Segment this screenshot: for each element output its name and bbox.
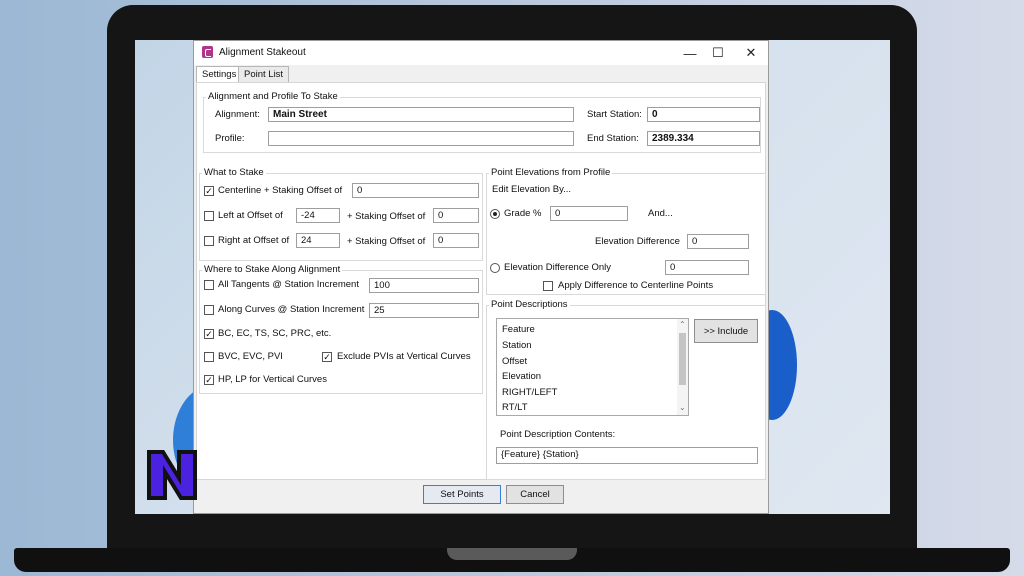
check-icon: ✓ [205, 186, 213, 196]
right-staking-offset-field[interactable]: 0 [433, 233, 479, 248]
list-item[interactable]: RIGHT/LEFT [502, 387, 557, 398]
apply-difference-label: Apply Difference to Centerline Points [558, 280, 714, 291]
bc-ec-label: BC, EC, TS, SC, PRC, etc. [218, 328, 332, 339]
left-offset-checkbox[interactable] [204, 211, 214, 221]
left-offset-label: Left at Offset of [218, 210, 283, 221]
include-button[interactable]: >> Include [694, 319, 758, 343]
minimize-button[interactable]: — [675, 43, 705, 63]
tab-point-list[interactable]: Point List [238, 66, 290, 82]
check-icon: ✓ [205, 375, 213, 385]
list-item[interactable]: RT/LT [502, 402, 528, 413]
cancel-button[interactable]: Cancel [506, 485, 564, 504]
check-icon: ✓ [205, 329, 213, 339]
exclude-pvi-label: Exclude PVIs at Vertical Curves [337, 351, 471, 362]
curves-checkbox[interactable] [204, 305, 214, 315]
alignment-label: Alignment: [215, 109, 260, 120]
exclude-pvi-checkbox[interactable]: ✓ [322, 352, 332, 362]
alignment-profile-group-title: Alignment and Profile To Stake [206, 91, 340, 102]
app-icon [202, 46, 213, 58]
close-icon: ✕ [745, 45, 757, 60]
right-offset-checkbox[interactable] [204, 236, 214, 246]
list-item[interactable]: Feature [502, 324, 535, 335]
profile-label: Profile: [215, 133, 245, 144]
close-button[interactable]: ✕ [736, 43, 766, 63]
set-points-button[interactable]: Set Points [423, 485, 501, 504]
grade-label: Grade % [504, 208, 542, 219]
tangents-label: All Tangents @ Station Increment [218, 279, 359, 290]
bvc-evc-checkbox[interactable] [204, 352, 214, 362]
apply-difference-checkbox[interactable] [543, 281, 553, 291]
end-station-field[interactable]: 2389.334 [647, 131, 760, 146]
elevation-difference-field[interactable]: 0 [687, 234, 749, 249]
point-elevations-title: Point Elevations from Profile [489, 167, 613, 178]
minimize-icon: — [683, 45, 697, 61]
right-offset-field[interactable]: 24 [296, 233, 340, 248]
grade-field[interactable]: 0 [550, 206, 628, 221]
title-bar[interactable]: Alignment Stakeout — ☐ ✕ [194, 41, 768, 65]
tangents-checkbox[interactable] [204, 280, 214, 290]
scroll-thumb[interactable] [679, 333, 686, 385]
curves-increment-field[interactable]: 25 [369, 303, 479, 318]
settings-pane: Alignment and Profile To Stake Alignment… [196, 82, 766, 480]
description-contents-label: Point Description Contents: [500, 429, 616, 440]
difference-only-field[interactable]: 0 [665, 260, 749, 275]
end-station-label: End Station: [587, 133, 639, 144]
scroll-up-icon[interactable]: ⌃ [679, 320, 686, 329]
what-to-stake-title: What to Stake [202, 167, 266, 178]
centerline-label: Centerline + Staking Offset of [218, 185, 343, 196]
elevation-difference-label: Elevation Difference [595, 236, 680, 247]
alignment-field[interactable]: Main Street [268, 107, 574, 122]
left-staking-offset-label: + Staking Offset of [347, 211, 426, 222]
brand-logo [147, 450, 197, 500]
list-item[interactable]: Elevation [502, 371, 541, 382]
check-icon: ✓ [323, 352, 331, 362]
hp-lp-checkbox[interactable]: ✓ [204, 375, 214, 385]
window-title: Alignment Stakeout [219, 47, 306, 58]
grade-radio[interactable] [490, 209, 500, 219]
left-offset-field[interactable]: -24 [296, 208, 340, 223]
description-contents-field[interactable]: {Feature} {Station} [496, 447, 758, 464]
tab-settings[interactable]: Settings [196, 66, 243, 82]
laptop-notch [447, 548, 577, 560]
bvc-evc-label: BVC, EVC, PVI [218, 351, 283, 362]
difference-only-radio[interactable] [490, 263, 500, 273]
where-to-stake-title: Where to Stake Along Alignment [202, 264, 343, 275]
right-offset-label: Right at Offset of [218, 235, 290, 246]
centerline-checkbox[interactable]: ✓ [204, 186, 214, 196]
scroll-down-icon[interactable]: ⌄ [679, 403, 686, 412]
logo-letter-n [147, 450, 197, 500]
start-station-label: Start Station: [587, 109, 642, 120]
difference-only-label: Elevation Difference Only [504, 262, 612, 273]
alignment-stakeout-dialog: Alignment Stakeout — ☐ ✕ Settings Point … [193, 40, 769, 514]
left-staking-offset-field[interactable]: 0 [433, 208, 479, 223]
bc-ec-checkbox[interactable]: ✓ [204, 329, 214, 339]
description-list[interactable]: Feature Station Offset Elevation RIGHT/L… [496, 318, 689, 416]
list-scrollbar[interactable]: ⌃ ⌄ [677, 319, 688, 415]
start-station-field[interactable]: 0 [647, 107, 760, 122]
laptop-screen: Alignment Stakeout — ☐ ✕ Settings Point … [135, 40, 890, 514]
point-descriptions-title: Point Descriptions [489, 299, 570, 310]
profile-field[interactable] [268, 131, 574, 146]
list-item[interactable]: Offset [502, 356, 527, 367]
maximize-button[interactable]: ☐ [703, 43, 733, 63]
maximize-icon: ☐ [712, 45, 724, 60]
and-label: And... [648, 208, 673, 219]
edit-elevation-label: Edit Elevation By... [492, 184, 572, 195]
tangents-increment-field[interactable]: 100 [369, 278, 479, 293]
list-item[interactable]: Station [502, 340, 532, 351]
curves-label: Along Curves @ Station Increment [218, 304, 365, 315]
right-staking-offset-label: + Staking Offset of [347, 236, 426, 247]
hp-lp-label: HP, LP for Vertical Curves [218, 374, 327, 385]
centerline-offset-field[interactable]: 0 [352, 183, 479, 198]
